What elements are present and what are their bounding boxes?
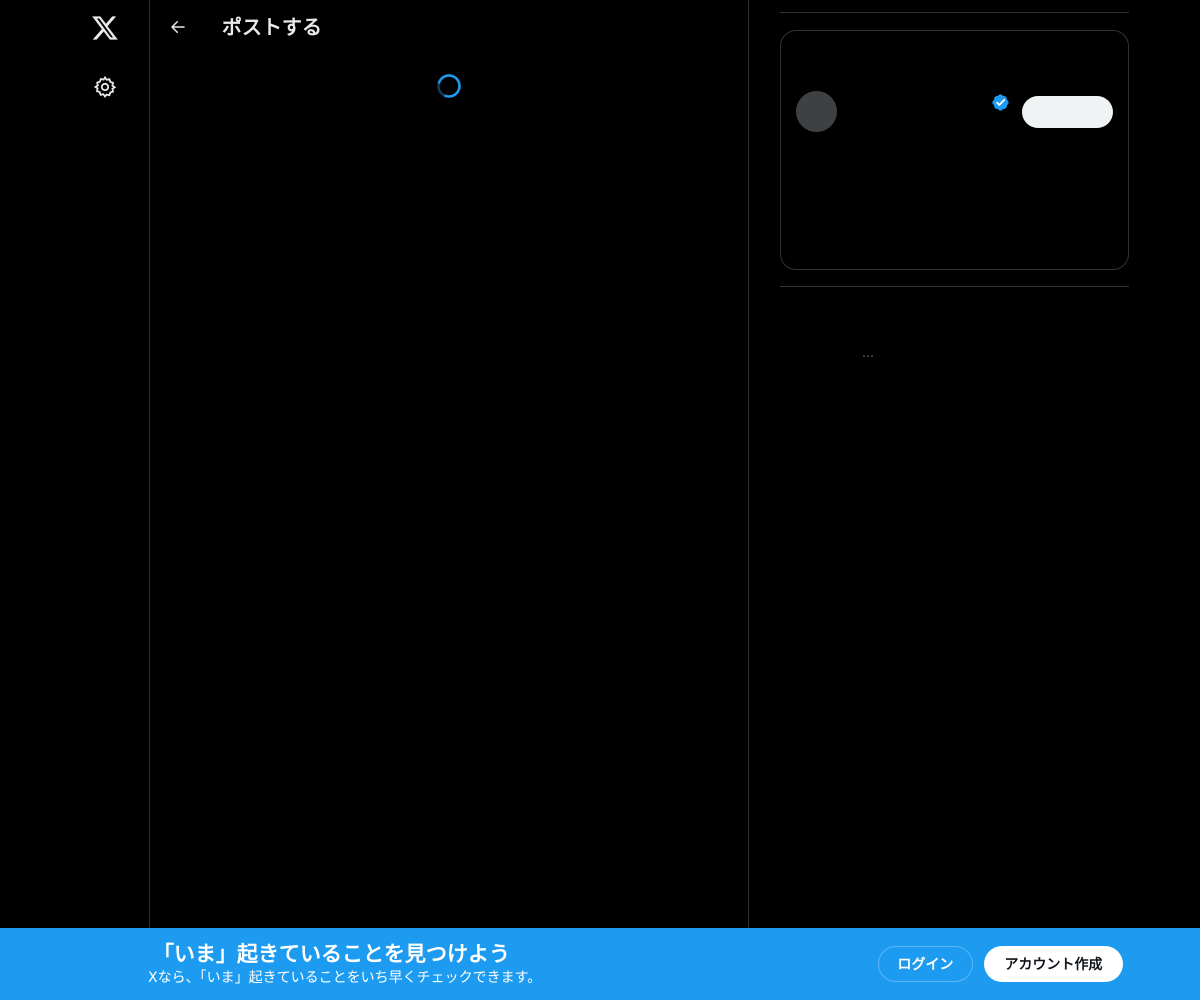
left-nav: [0, 0, 150, 928]
x-logo-icon[interactable]: [89, 12, 121, 44]
profile-card: [780, 30, 1129, 270]
divider: [780, 286, 1129, 287]
follow-button[interactable]: [1022, 96, 1113, 128]
divider: [780, 12, 1129, 13]
right-sidebar: …: [780, 0, 1129, 928]
arrow-left-icon[interactable]: [162, 11, 194, 43]
main-column: ポストする: [150, 0, 749, 928]
page-header: ポストする: [150, 0, 749, 53]
gear-icon[interactable]: [89, 71, 121, 103]
page-title: ポストする: [222, 15, 322, 39]
avatar[interactable]: [796, 91, 837, 132]
verified-badge-icon: [991, 93, 1010, 112]
banner-subtitle: Xなら、「いま」起きていることをいち早くチェックできます。: [148, 970, 542, 986]
spinner-icon: [436, 73, 462, 99]
login-button[interactable]: ログイン: [878, 946, 973, 982]
create-account-button[interactable]: アカウント作成: [984, 946, 1123, 982]
loading-ellipsis: …: [862, 346, 874, 360]
app-root: ポストする … 「いま」起きていることを見つけよう Xなら、「いま」起きているこ…: [0, 0, 1200, 1000]
banner-title: 「いま」起きていることを見つけよう: [153, 942, 510, 966]
